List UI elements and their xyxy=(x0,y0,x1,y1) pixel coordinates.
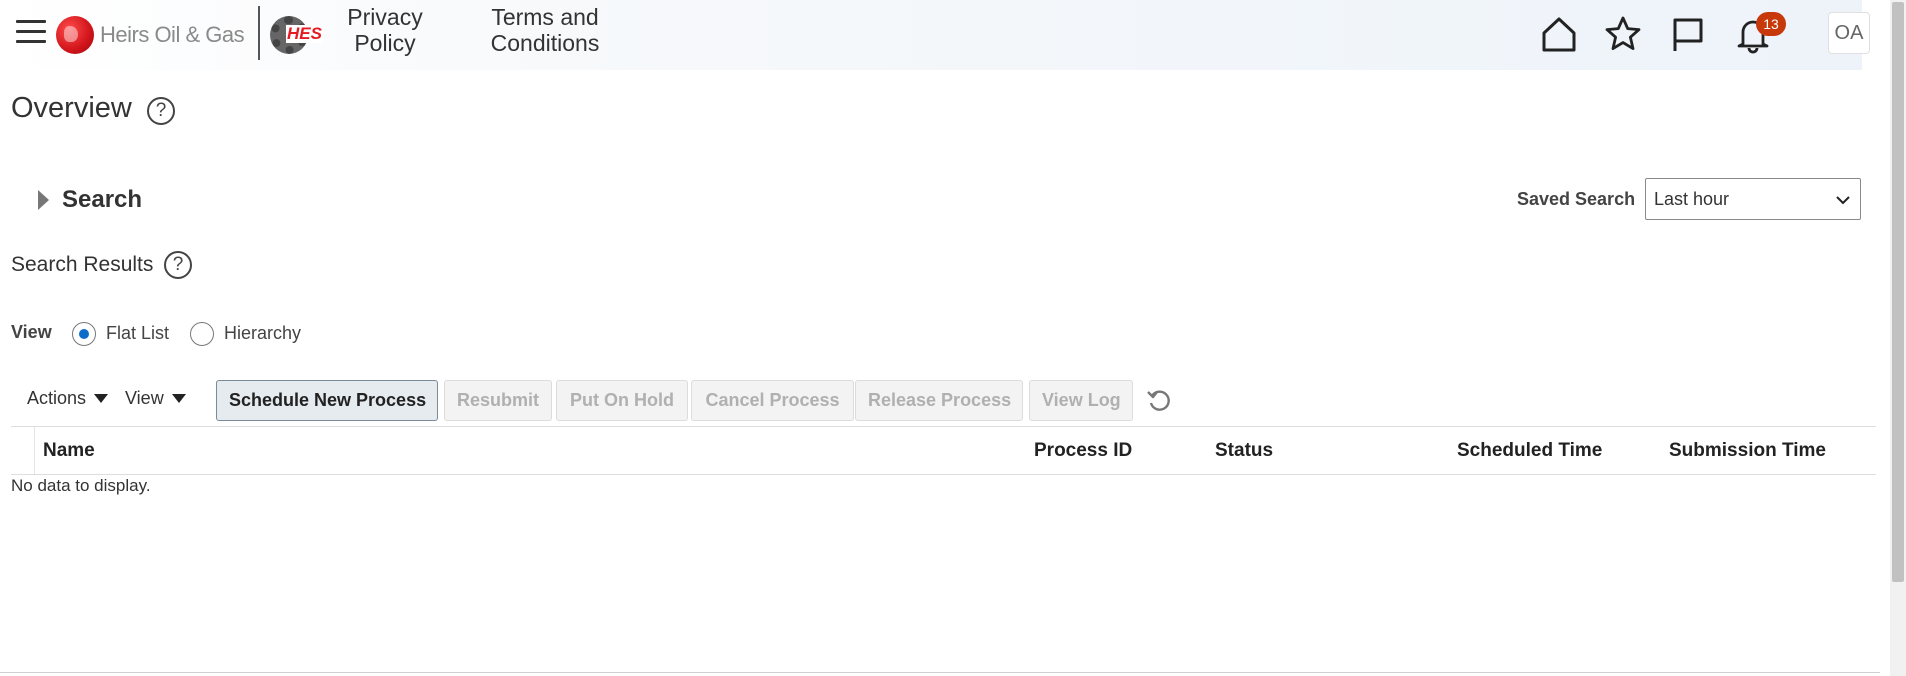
content-bottom-border xyxy=(0,672,1880,673)
terms-link-line1: Terms and xyxy=(491,4,599,30)
privacy-link-line2: Policy xyxy=(354,30,416,56)
menu-icon[interactable] xyxy=(16,20,46,46)
caret-down-icon xyxy=(171,394,186,403)
help-icon[interactable]: ? xyxy=(147,97,175,125)
flag-icon[interactable] xyxy=(1668,14,1708,54)
notification-badge[interactable]: 13 xyxy=(1756,12,1786,36)
globe-icon xyxy=(56,16,94,54)
empty-table-message: No data to display. xyxy=(11,476,151,495)
row-selector-column xyxy=(11,427,35,474)
saved-search-label: Saved Search xyxy=(1517,189,1636,209)
page-title: Overview xyxy=(11,92,132,124)
terms-conditions-link[interactable]: Terms and Conditions xyxy=(490,4,600,56)
view-menu-label: View xyxy=(125,388,164,408)
help-icon[interactable]: ? xyxy=(164,251,192,279)
resubmit-button[interactable]: Resubmit xyxy=(444,380,552,421)
cancel-process-button[interactable]: Cancel Process xyxy=(691,380,854,421)
column-header-scheduled-time[interactable]: Scheduled Time xyxy=(1457,440,1602,462)
release-process-button[interactable]: Release Process xyxy=(855,380,1023,421)
refresh-icon[interactable] xyxy=(1146,388,1172,414)
caret-down-icon xyxy=(94,394,109,403)
radio-hierarchy[interactable] xyxy=(190,322,214,346)
star-icon[interactable] xyxy=(1603,14,1643,54)
actions-menu-label: Actions xyxy=(27,388,87,408)
actions-menu[interactable]: Actions xyxy=(27,388,109,409)
view-mode-label: View xyxy=(11,322,52,342)
hes-logo: HES xyxy=(270,12,324,58)
terms-link-line2: Conditions xyxy=(490,30,600,56)
search-results-title: Search Results xyxy=(11,253,154,276)
chevron-down-icon xyxy=(1836,196,1850,205)
logo-divider xyxy=(258,6,260,60)
privacy-policy-link[interactable]: Privacy Policy xyxy=(340,4,430,56)
search-section-label: Search xyxy=(62,186,143,213)
user-avatar[interactable]: OA xyxy=(1828,12,1870,54)
hes-logo-text: HES xyxy=(286,24,323,43)
top-header: Heirs Oil & Gas HES Privacy Policy Terms… xyxy=(0,0,1870,70)
view-menu[interactable]: View xyxy=(125,388,186,409)
heirs-logo-text: Heirs Oil & Gas xyxy=(100,22,245,47)
search-expand-toggle[interactable]: Search xyxy=(38,186,142,214)
home-icon[interactable] xyxy=(1539,14,1579,54)
page-scrollbar[interactable] xyxy=(1890,0,1906,676)
results-table-header: Name Process ID Status Scheduled Time Su… xyxy=(11,426,1876,475)
column-header-status[interactable]: Status xyxy=(1215,440,1273,462)
saved-search-select[interactable]: Last hour xyxy=(1645,178,1861,220)
scrollbar-thumb[interactable] xyxy=(1892,2,1904,582)
schedule-new-process-button[interactable]: Schedule New Process xyxy=(216,380,438,421)
radio-hierarchy-label[interactable]: Hierarchy xyxy=(224,323,301,344)
put-on-hold-button[interactable]: Put On Hold xyxy=(556,380,688,421)
radio-flat-list-label[interactable]: Flat List xyxy=(106,323,169,344)
column-header-name[interactable]: Name xyxy=(43,440,95,462)
expand-arrow-icon xyxy=(38,190,49,210)
heirs-logo[interactable]: Heirs Oil & Gas xyxy=(56,16,245,54)
column-header-submission-time[interactable]: Submission Time xyxy=(1669,440,1826,462)
radio-flat-list[interactable] xyxy=(72,322,96,346)
privacy-link-line1: Privacy xyxy=(347,4,423,30)
saved-search-value: Last hour xyxy=(1654,189,1730,209)
column-header-process-id[interactable]: Process ID xyxy=(1034,440,1132,462)
view-log-button[interactable]: View Log xyxy=(1029,380,1133,421)
